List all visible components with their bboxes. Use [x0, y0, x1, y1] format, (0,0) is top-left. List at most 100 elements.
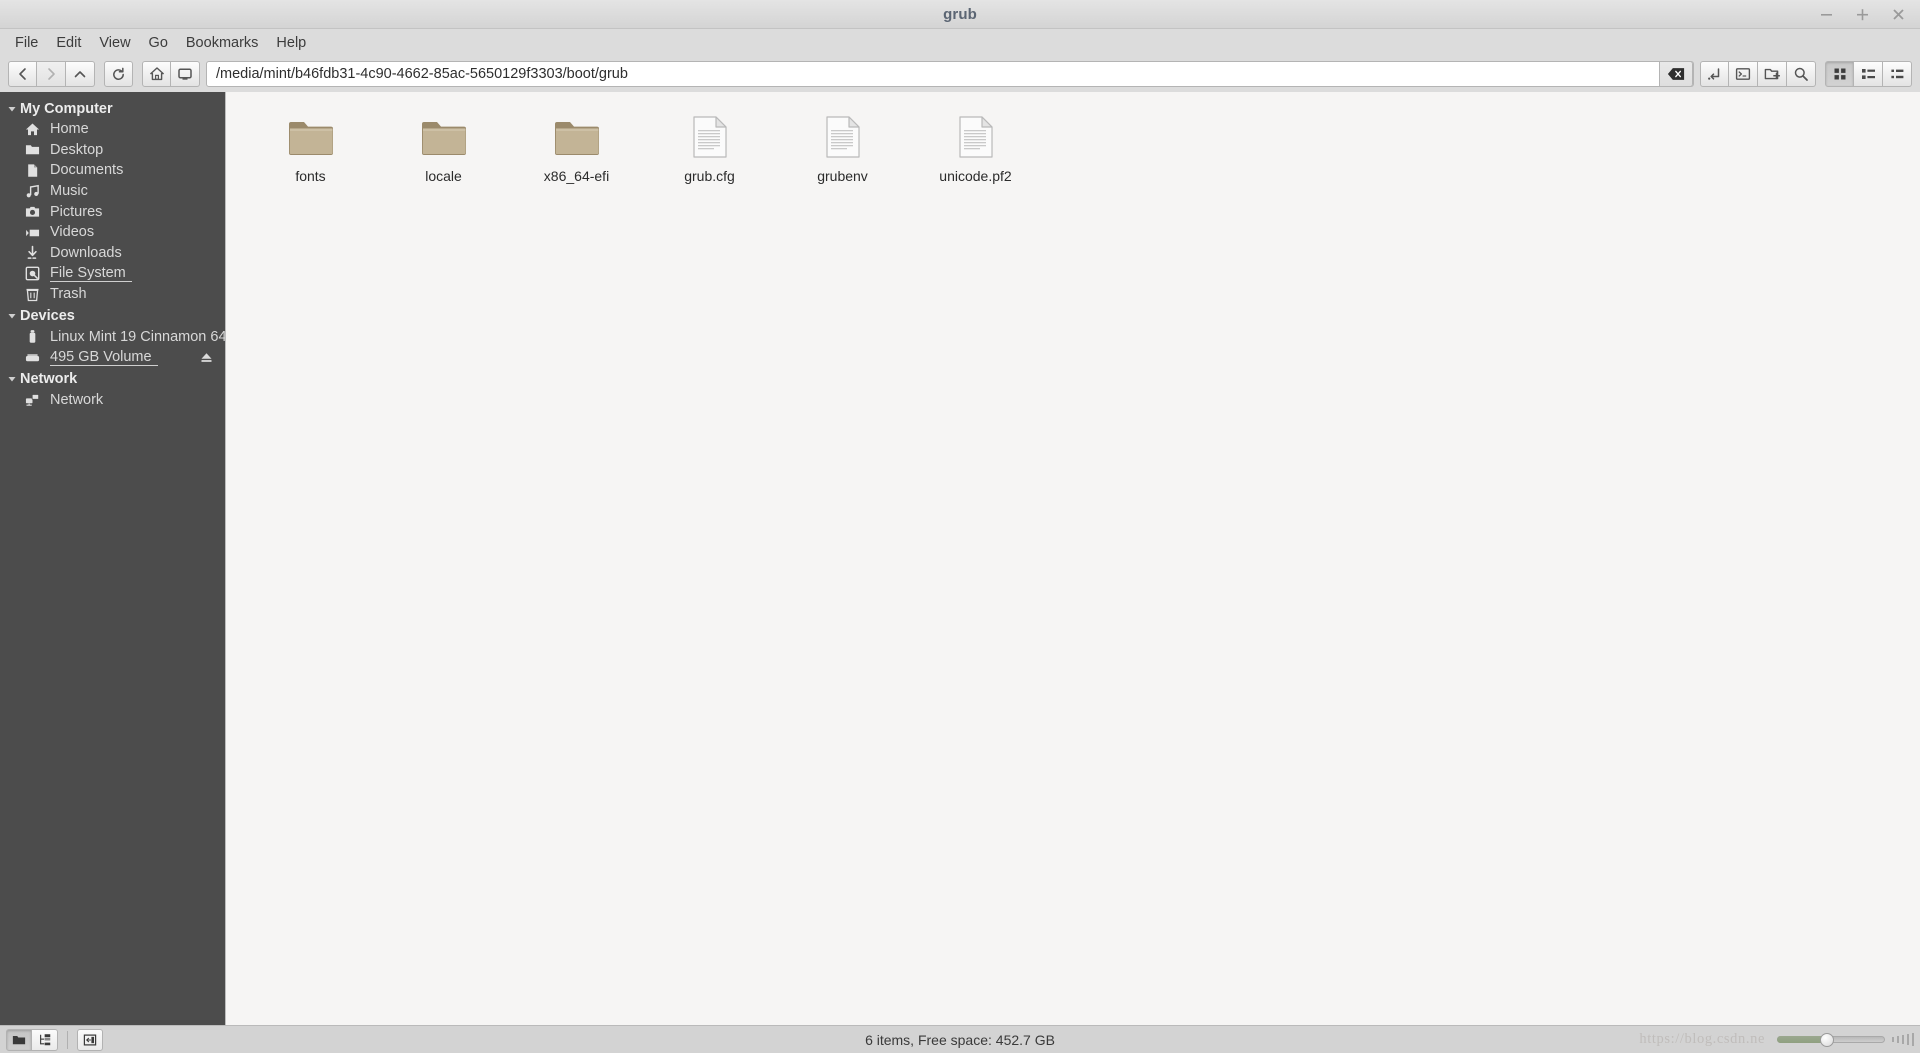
chevron-down-icon [4, 104, 20, 114]
sidebar-item-documents[interactable]: Documents [0, 160, 225, 181]
toolbar: /media/mint/b46fdb31-4c90-4662-85ac-5650… [0, 56, 1920, 92]
text-file-icon [692, 109, 728, 159]
file-item[interactable]: grubenv [776, 102, 909, 184]
open-terminal-button[interactable] [1729, 61, 1758, 87]
sidebar-item-label: Downloads [50, 244, 122, 261]
zoom-handle[interactable] [1820, 1032, 1835, 1047]
search-button[interactable] [1787, 61, 1816, 87]
toggle-location-entry-button[interactable] [1700, 61, 1729, 87]
menu-go[interactable]: Go [140, 32, 177, 54]
file-item[interactable]: x86_64-efi [510, 102, 643, 184]
back-button[interactable] [8, 61, 37, 87]
file-list-view[interactable]: fonts locale x86_64-efi grub.cfg grubenv… [225, 92, 1920, 1025]
list-view-icon [1861, 69, 1875, 79]
sidebar-item-linux-mint-usb[interactable]: Linux Mint 19 Cinnamon 64-bit [0, 326, 225, 347]
sidebar-item-home[interactable]: Home [0, 119, 225, 140]
file-item[interactable]: grub.cfg [643, 102, 776, 184]
reload-button[interactable] [104, 61, 133, 87]
sidebar-item-label: Music [50, 183, 88, 200]
terminal-icon [1735, 68, 1751, 80]
computer-button[interactable] [171, 61, 200, 87]
icon-view-button[interactable] [1825, 61, 1854, 87]
zoom-slider[interactable] [1777, 1032, 1885, 1048]
status-text: 6 items, Free space: 452.7 GB [865, 1031, 1055, 1048]
forward-button[interactable] [37, 61, 66, 87]
menu-view[interactable]: View [90, 32, 139, 54]
file-item[interactable]: unicode.pf2 [909, 102, 1042, 184]
sidebar-item-music[interactable]: Music [0, 181, 225, 202]
places-button-group [142, 61, 200, 87]
sidebar-item-trash[interactable]: Trash [0, 284, 225, 305]
grid-view-icon [1834, 68, 1845, 80]
tree-sidebar-button[interactable] [32, 1028, 58, 1051]
sidebar-mode-buttons [6, 1028, 103, 1051]
sidebar-item-file-system[interactable]: File System [0, 263, 225, 284]
toggle-sidebar-button[interactable] [77, 1028, 103, 1051]
icon-grid: fonts locale x86_64-efi grub.cfg grubenv… [226, 92, 1920, 184]
sidebar-item-videos[interactable]: Videos [0, 222, 225, 243]
chevron-down-icon [4, 311, 20, 321]
sidebar-item-495-gb-volume[interactable]: 495 GB Volume [0, 347, 225, 368]
sidebar-section-network[interactable]: Network [0, 369, 225, 390]
file-item[interactable]: locale [377, 102, 510, 184]
file-item[interactable]: fonts [244, 102, 377, 184]
camera-icon [24, 204, 40, 220]
sidebar-item-pictures[interactable]: Pictures [0, 201, 225, 222]
title-bar: grub [0, 0, 1920, 29]
minimize-icon[interactable] [1818, 6, 1834, 22]
file-manager-window: grub File Edit View Go Bookmarks Help /m… [0, 0, 1920, 1053]
file-name: unicode.pf2 [939, 168, 1012, 184]
places-sidebar-button[interactable] [6, 1028, 32, 1051]
maximize-icon[interactable] [1854, 6, 1870, 22]
sidebar-item-label: Home [50, 121, 89, 138]
new-folder-button[interactable] [1758, 61, 1787, 87]
menu-file[interactable]: File [6, 32, 47, 54]
view-mode-button-group [1825, 61, 1912, 87]
sidebar-item-downloads[interactable]: Downloads [0, 243, 225, 264]
download-arrow-icon [24, 245, 40, 261]
sidebar-toggle-icon [83, 1033, 97, 1046]
action-button-group [1700, 61, 1816, 87]
clear-path-button[interactable] [1659, 61, 1693, 87]
sidebar-item-label: Videos [50, 224, 95, 241]
sidebar-item-label: Linux Mint 19 Cinnamon 64-bit [50, 328, 225, 345]
sidebar-section-label: My Computer [20, 100, 113, 117]
up-button[interactable] [66, 61, 95, 87]
folder-icon [24, 142, 40, 158]
menu-help[interactable]: Help [267, 32, 315, 54]
compact-view-button[interactable] [1883, 61, 1912, 87]
file-name: fonts [295, 168, 326, 184]
statusbar-right: https://blog.csdn.ne [1639, 1031, 1914, 1048]
folder-icon [12, 1035, 26, 1044]
reload-button-group [104, 61, 133, 87]
list-view-button[interactable] [1854, 61, 1883, 87]
sidebar-item-desktop[interactable]: Desktop [0, 140, 225, 161]
file-name: x86_64-efi [543, 168, 610, 184]
path-text[interactable]: /media/mint/b46fdb31-4c90-4662-85ac-5650… [207, 66, 628, 82]
navigation-button-group [8, 61, 95, 87]
home-icon [24, 121, 40, 137]
menu-edit[interactable]: Edit [47, 32, 90, 54]
sidebar-item-label: 495 GB Volume [50, 349, 158, 366]
folder-icon [553, 109, 601, 159]
harddisk-icon [24, 265, 40, 281]
folder-icon [287, 109, 335, 159]
menu-bookmarks[interactable]: Bookmarks [177, 32, 268, 54]
home-button[interactable] [142, 61, 171, 87]
sidebar-item-label: Network [50, 391, 104, 408]
text-file-icon [825, 109, 861, 159]
watermark-text: https://blog.csdn.ne [1639, 1031, 1765, 1047]
location-bar[interactable]: /media/mint/b46fdb31-4c90-4662-85ac-5650… [206, 61, 1694, 87]
sidebar-item-network[interactable]: Network [0, 390, 225, 411]
new-folder-icon [1764, 68, 1780, 80]
zoom-fill [1777, 1036, 1825, 1043]
sidebar-section-label: Devices [20, 307, 75, 324]
search-icon [1794, 67, 1808, 81]
eject-button[interactable] [200, 351, 213, 364]
sidebar-section-my-computer[interactable]: My Computer [0, 98, 225, 119]
eject-icon [201, 352, 212, 362]
close-icon[interactable] [1890, 6, 1906, 22]
status-bar: 6 items, Free space: 452.7 GB https://bl… [0, 1025, 1920, 1053]
sidebar-section-devices[interactable]: Devices [0, 305, 225, 326]
sidebar-item-label: Desktop [50, 141, 104, 158]
